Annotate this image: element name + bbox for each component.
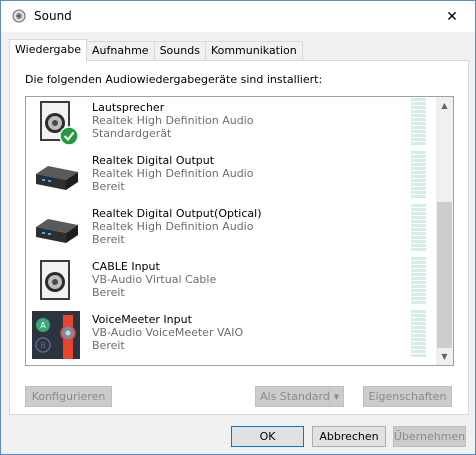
window-title: Sound bbox=[34, 9, 72, 23]
scroll-down-button[interactable]: ▼ bbox=[436, 348, 453, 365]
set-default-label: Als Standard bbox=[260, 390, 330, 403]
close-button[interactable]: ✕ bbox=[429, 1, 475, 32]
device-name: Realtek Digital Output bbox=[92, 154, 215, 167]
chevron-down-icon: ▼ bbox=[441, 352, 448, 361]
tab-aufnahme[interactable]: Aufnahme bbox=[86, 41, 155, 61]
list-item[interactable]: CABLE Input VB-Audio Virtual Cable Berei… bbox=[26, 254, 436, 307]
level-meter bbox=[411, 257, 426, 305]
device-status: Bereit bbox=[92, 180, 125, 193]
playback-panel: Die folgenden Audiowiedergabegeräte sind… bbox=[9, 60, 469, 415]
device-driver: Realtek High Definition Audio bbox=[92, 114, 254, 127]
level-meter bbox=[411, 310, 426, 358]
apply-button[interactable]: Übernehmen bbox=[393, 426, 466, 447]
sound-dialog: Sound ✕ Wiedergabe Aufnahme Sounds Kommu… bbox=[0, 0, 476, 455]
digital-output-icon bbox=[32, 205, 80, 253]
ok-button[interactable]: OK bbox=[231, 426, 304, 447]
digital-output-icon bbox=[32, 152, 80, 200]
device-status: Bereit bbox=[92, 286, 125, 299]
svg-text:B: B bbox=[40, 341, 46, 350]
title-bar: Sound ✕ bbox=[1, 1, 475, 32]
sound-icon bbox=[12, 9, 26, 23]
vertical-scrollbar[interactable]: ▲ ▼ bbox=[436, 97, 453, 365]
instruction-text: Die folgenden Audiowiedergabegeräte sind… bbox=[25, 73, 323, 86]
device-driver: VB-Audio Virtual Cable bbox=[92, 273, 217, 286]
configure-button[interactable]: Konfigurieren bbox=[25, 386, 112, 407]
device-name: Realtek Digital Output(Optical) bbox=[92, 207, 262, 220]
close-icon: ✕ bbox=[446, 8, 458, 25]
scroll-thumb[interactable] bbox=[437, 202, 452, 348]
list-item[interactable]: Realtek Digital Output Realtek High Defi… bbox=[26, 148, 436, 201]
svg-text:A: A bbox=[40, 321, 46, 330]
device-status: Bereit bbox=[92, 233, 125, 246]
device-name: Lautsprecher bbox=[92, 101, 165, 114]
chevron-down-icon[interactable]: ▼ bbox=[329, 387, 343, 406]
list-item[interactable]: Realtek Digital Output(Optical) Realtek … bbox=[26, 201, 436, 254]
level-meter bbox=[411, 151, 426, 199]
tab-sounds[interactable]: Sounds bbox=[153, 41, 206, 61]
tab-wiedergabe[interactable]: Wiedergabe bbox=[9, 39, 88, 62]
scroll-track[interactable] bbox=[436, 114, 453, 348]
list-item[interactable]: A B VoiceMeeter Input VB-Audio VoiceMeet… bbox=[26, 307, 436, 360]
chevron-up-icon: ▲ bbox=[441, 101, 448, 110]
tab-strip: Wiedergabe Aufnahme Sounds Kommunikation bbox=[9, 39, 303, 62]
device-driver: Realtek High Definition Audio bbox=[92, 220, 254, 233]
device-name: VoiceMeeter Input bbox=[92, 313, 192, 326]
scroll-up-button[interactable]: ▲ bbox=[436, 97, 453, 114]
device-driver: VB-Audio VoiceMeeter VAIO bbox=[92, 326, 244, 339]
voicemeeter-icon: A B bbox=[32, 311, 80, 359]
speaker-icon bbox=[32, 258, 80, 306]
cancel-button[interactable]: Abbrechen bbox=[312, 426, 386, 447]
level-meter bbox=[411, 204, 426, 252]
device-driver: Realtek High Definition Audio bbox=[92, 167, 254, 180]
properties-button[interactable]: Eigenschaften bbox=[363, 386, 452, 407]
device-status: Standardgerät bbox=[92, 127, 172, 140]
device-list[interactable]: Lautsprecher Realtek High Definition Aud… bbox=[25, 96, 454, 366]
tab-kommunikation[interactable]: Kommunikation bbox=[204, 41, 303, 61]
device-name: CABLE Input bbox=[92, 260, 160, 273]
set-default-button[interactable]: Als Standard ▼ bbox=[255, 386, 344, 407]
list-item[interactable]: Lautsprecher Realtek High Definition Aud… bbox=[26, 97, 436, 148]
device-status: Bereit bbox=[92, 339, 125, 352]
level-meter bbox=[411, 98, 426, 146]
speaker-default-icon bbox=[32, 99, 80, 147]
